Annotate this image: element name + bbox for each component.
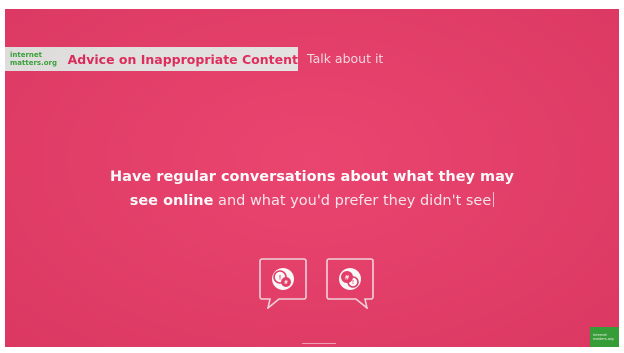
svg-text:#: #: [284, 280, 288, 286]
section-label: Talk about it: [307, 51, 384, 66]
corner-logo-badge: Internet matters.org: [590, 327, 619, 347]
svg-text:!: !: [279, 275, 282, 282]
video-frame: internet matters.org Advice on Inappropr…: [5, 9, 619, 347]
headline: Have regular conversations about what th…: [5, 165, 619, 213]
headline-rest: and what you'd prefer they didn't see: [213, 193, 492, 209]
svg-text:#: #: [344, 275, 349, 282]
banner-title: Advice on Inappropriate Content: [67, 51, 298, 67]
chat-bubble-icon: ! #: [259, 257, 307, 309]
badge-line-2: matters.org: [593, 337, 614, 341]
svg-text:!: !: [352, 280, 354, 286]
headline-emphasis: see online: [129, 193, 214, 209]
internet-matters-logo: internet matters.org: [10, 51, 62, 67]
chat-bubble-icon: # !: [326, 257, 374, 309]
progress-indicator: [302, 343, 336, 344]
text-caret: [493, 192, 495, 207]
title-banner: internet matters.org Advice on Inappropr…: [5, 47, 298, 71]
logo-line-1: internet: [10, 51, 43, 59]
logo-line-2: matters.org: [10, 59, 58, 67]
headline-line-1: Have regular conversations about what th…: [110, 169, 514, 185]
headline-line-2: see online and what you'd prefer they di…: [5, 189, 619, 213]
